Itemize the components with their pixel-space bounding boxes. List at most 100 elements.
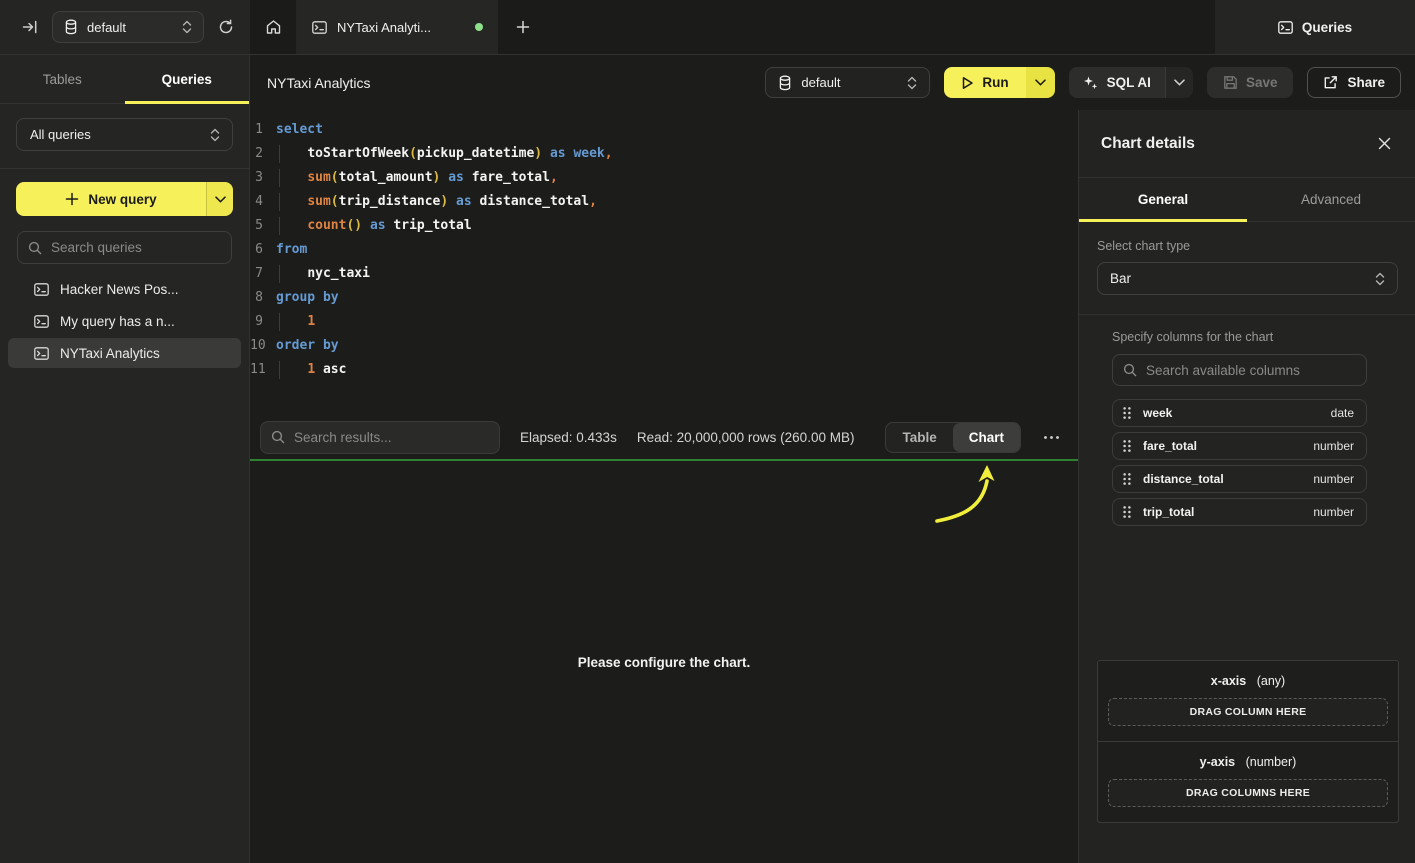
column-name: trip_total [1143, 505, 1194, 519]
new-query-caret[interactable] [206, 182, 233, 216]
line-number: 9 [250, 310, 276, 334]
line-number: 8 [250, 286, 276, 310]
new-query-main[interactable]: New query [16, 182, 206, 216]
line-number: 2 [250, 142, 276, 166]
y-axis-drop-zone[interactable]: DRAG COLUMNS HERE [1108, 779, 1388, 807]
column-name: distance_total [1143, 472, 1224, 486]
query-list-item[interactable]: My query has a n... [8, 306, 241, 336]
line-number: 11 [250, 358, 276, 382]
sql-ai-caret[interactable] [1165, 67, 1193, 98]
drag-handle-icon[interactable] [1122, 472, 1132, 486]
code-line: 2 toStartOfWeek(pickup_datetime) as week… [250, 142, 1078, 166]
axes-config-box: x-axis (any) DRAG COLUMN HERE y-axis (nu… [1097, 660, 1399, 823]
x-axis-drop-zone[interactable]: DRAG COLUMN HERE [1108, 698, 1388, 726]
column-chip[interactable]: weekdate [1112, 399, 1367, 427]
sql-ai-label: SQL AI [1107, 75, 1151, 90]
indent-guide [279, 145, 280, 163]
column-chip-list: weekdatefare_totalnumberdistance_totalnu… [1112, 399, 1367, 526]
results-bar: Elapsed: 0.433s Read: 20,000,000 rows (2… [250, 415, 1078, 459]
y-axis-section: y-axis (number) DRAG COLUMNS HERE [1098, 741, 1398, 822]
plus-icon [516, 20, 530, 34]
chevron-updown-icon [210, 128, 220, 142]
chart-type-value: Bar [1110, 271, 1131, 286]
save-icon [1223, 75, 1238, 90]
more-options-icon[interactable] [1041, 431, 1062, 444]
toolbar-database-selector[interactable]: default [765, 67, 930, 98]
sql-editor[interactable]: 1select2 toStartOfWeek(pickup_datetime) … [250, 110, 1078, 415]
code-lines: 1select2 toStartOfWeek(pickup_datetime) … [250, 118, 1078, 382]
topbar-database-selector[interactable]: default [52, 11, 204, 43]
tab-advanced[interactable]: Advanced [1247, 178, 1415, 221]
search-queries-input[interactable] [51, 240, 221, 255]
search-icon [271, 430, 285, 444]
play-icon [961, 76, 974, 90]
code-line: 6from [250, 238, 1078, 262]
search-queries-box [17, 231, 232, 264]
topbar-left: default [0, 0, 250, 54]
sql-ai-button[interactable]: SQL AI [1069, 67, 1165, 98]
save-label: Save [1246, 75, 1278, 90]
column-type: number [1313, 505, 1354, 519]
chart-details-panel: Chart details General Advanced Select ch… [1078, 110, 1415, 863]
new-query-button: New query [16, 182, 233, 216]
active-query-tab[interactable]: NYTaxi Analyti... [297, 0, 498, 54]
chart-type-label: Select chart type [1097, 239, 1398, 253]
drag-handle-icon[interactable] [1122, 406, 1132, 420]
query-list-item[interactable]: NYTaxi Analytics [8, 338, 241, 368]
sidebar-tab-tables[interactable]: Tables [0, 55, 125, 103]
query-list-item[interactable]: Hacker News Pos... [8, 274, 241, 304]
new-tab-button[interactable] [498, 0, 547, 54]
column-type: number [1313, 472, 1354, 486]
search-results-input[interactable] [294, 430, 489, 445]
indent-guide [279, 361, 280, 379]
query-item-label: NYTaxi Analytics [60, 346, 160, 361]
drag-handle-icon[interactable] [1122, 505, 1132, 519]
chart-placeholder-text: Please configure the chart. [578, 655, 751, 670]
drag-handle-icon[interactable] [1122, 439, 1132, 453]
column-chip[interactable]: fare_totalnumber [1112, 432, 1367, 460]
column-chip[interactable]: trip_total number [1112, 498, 1367, 526]
sidebar-tabs: Tables Queries [0, 55, 249, 104]
sidebar: Tables Queries All queries New query Hac… [0, 55, 250, 863]
line-number: 5 [250, 214, 276, 238]
chart-view-button[interactable]: Chart [953, 423, 1020, 452]
database-icon [64, 19, 78, 35]
tab-strip: NYTaxi Analyti... [250, 0, 1215, 54]
table-view-button[interactable]: Table [886, 423, 952, 452]
chevron-updown-icon [182, 20, 192, 34]
columns-section-label: Specify columns for the chart [1112, 330, 1367, 344]
sidebar-tab-queries[interactable]: Queries [125, 55, 250, 103]
column-chip[interactable]: distance_total number [1112, 465, 1367, 493]
indent-guide [279, 313, 280, 331]
home-tab[interactable] [250, 0, 297, 54]
column-name: week [1143, 406, 1172, 420]
y-axis-type: (number) [1246, 755, 1297, 769]
refresh-icon[interactable] [218, 19, 234, 35]
chevron-updown-icon [907, 76, 917, 90]
share-button[interactable]: Share [1307, 67, 1401, 98]
topbar: default NYTaxi Analyti... Queries [0, 0, 1415, 55]
run-button[interactable]: Run [944, 67, 1025, 98]
run-options-caret[interactable] [1026, 67, 1055, 98]
query-filter-value: All queries [30, 127, 91, 142]
chevron-down-icon [215, 196, 226, 203]
query-toolbar: NYTaxi Analytics default Run SQL AI [250, 55, 1415, 110]
save-button[interactable]: Save [1207, 67, 1294, 98]
sparkle-icon [1083, 75, 1098, 90]
close-icon[interactable] [1374, 133, 1395, 154]
collapse-sidebar-icon[interactable] [22, 19, 38, 35]
tab-label: NYTaxi Analyti... [337, 20, 431, 35]
home-icon [265, 19, 282, 35]
database-icon [778, 75, 792, 91]
tab-general[interactable]: General [1079, 178, 1247, 221]
search-columns-input[interactable] [1146, 363, 1356, 378]
code-line: 1select [250, 118, 1078, 142]
query-filter-dropdown[interactable]: All queries [16, 118, 233, 151]
sql-ai-button-group: SQL AI [1069, 67, 1193, 98]
chart-type-select[interactable]: Bar [1097, 262, 1398, 295]
query-icon [34, 347, 49, 360]
line-number: 1 [250, 118, 276, 142]
queries-button[interactable]: Queries [1278, 20, 1352, 35]
plus-icon [65, 192, 79, 206]
topbar-right: Queries [1215, 0, 1415, 54]
